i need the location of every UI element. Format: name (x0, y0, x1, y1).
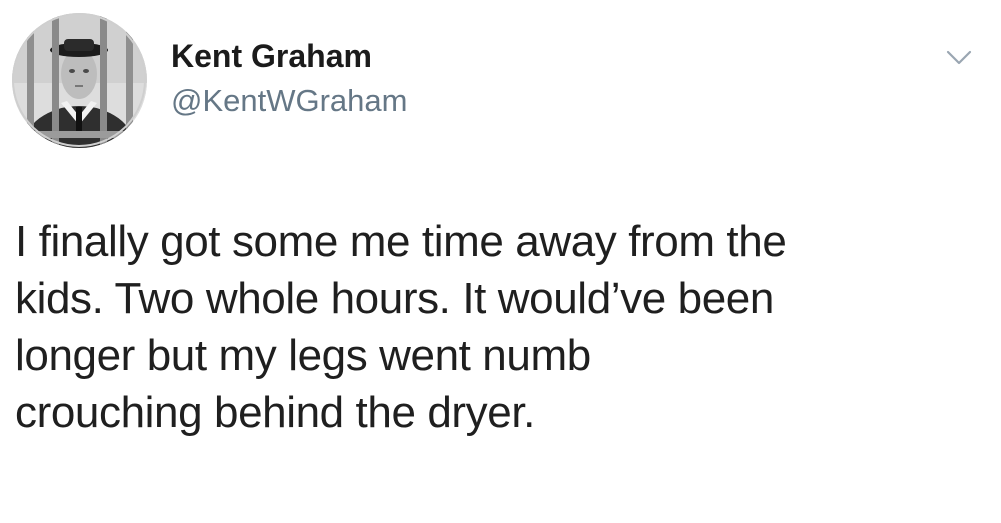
username-handle[interactable]: @KentWGraham (171, 82, 407, 120)
tweet-text: I finally got some me time away from the… (15, 213, 985, 441)
display-name[interactable]: Kent Graham (171, 36, 372, 76)
tweet-text-line: kids. Two whole hours. It would’ve been (15, 274, 774, 323)
tweet-card: Kent Graham @KentWGraham I finally got s… (0, 0, 1001, 523)
avatar[interactable] (12, 13, 147, 148)
tweet-text-line: crouching behind the dryer. (15, 388, 535, 437)
tweet-text-line: longer but my legs went numb (15, 331, 591, 380)
tweet-text-line: I finally got some me time away from the (15, 217, 787, 266)
chevron-down-icon[interactable] (942, 44, 976, 72)
avatar-image (12, 13, 147, 148)
